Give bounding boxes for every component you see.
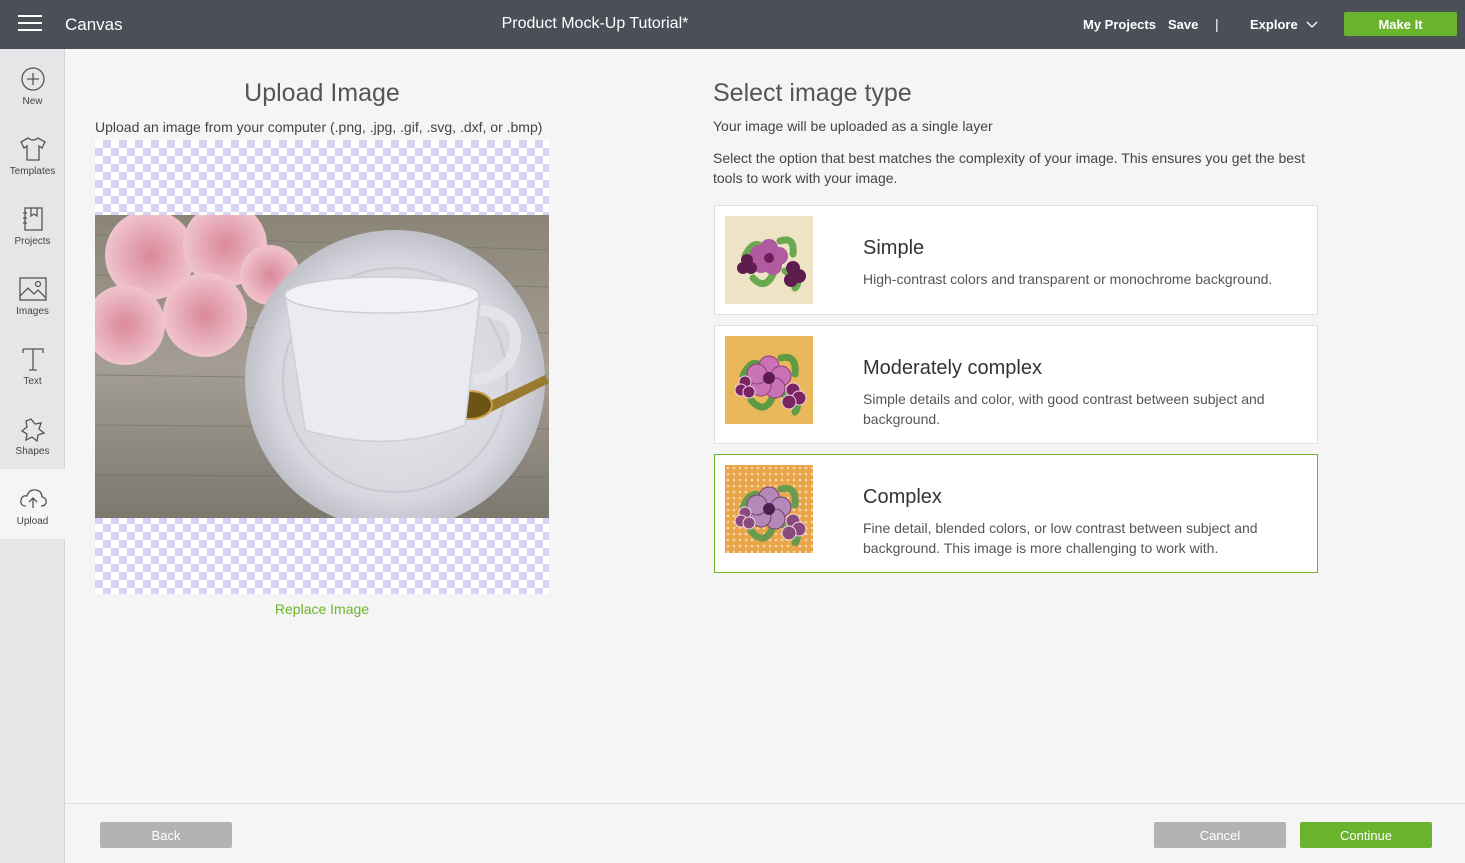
upload-description: Upload an image from your computer (.png…: [95, 119, 543, 135]
simple-flower-thumbnail: [725, 216, 813, 304]
uploaded-photo: [95, 215, 549, 518]
complex-flower-thumbnail: [725, 465, 813, 553]
sidebar-item-label: New: [22, 96, 43, 107]
option-title: Moderately complex: [863, 357, 1042, 379]
chevron-down-icon: [1306, 21, 1318, 28]
my-projects-link[interactable]: My Projects: [1083, 17, 1156, 32]
option-title: Complex: [863, 486, 942, 508]
moderate-flower-thumbnail: [725, 336, 813, 424]
image-preview: [95, 140, 549, 594]
image-type-description: Select the option that best matches the …: [713, 150, 1305, 186]
upload-panel-title: Upload Image: [244, 79, 400, 107]
option-simple[interactable]: Simple High-contrast colors and transpar…: [714, 205, 1318, 315]
sidebar-item-label: Shapes: [15, 446, 50, 457]
sidebar: New Templates Projects Images Text Shape…: [0, 49, 65, 863]
image-icon: [18, 277, 47, 301]
footer-bar: Back Cancel Continue: [65, 803, 1465, 863]
continue-button[interactable]: Continue: [1300, 822, 1432, 848]
nav-separator: |: [1215, 16, 1219, 32]
replace-image-link[interactable]: Replace Image: [95, 601, 549, 617]
option-description: Fine detail, blended colors, or low cont…: [863, 520, 1258, 556]
cloud-upload-icon: [19, 489, 47, 508]
explore-dropdown[interactable]: Explore: [1250, 17, 1318, 32]
sidebar-item-label: Text: [23, 376, 42, 387]
single-layer-note: Your image will be uploaded as a single …: [713, 118, 993, 134]
plus-circle-icon: [20, 67, 45, 91]
cancel-button[interactable]: Cancel: [1154, 822, 1286, 848]
save-link[interactable]: Save: [1168, 17, 1198, 32]
option-moderately-complex[interactable]: Moderately complex Simple details and co…: [714, 325, 1318, 444]
image-type-title: Select image type: [713, 79, 912, 107]
notebook-icon: [22, 207, 43, 231]
sidebar-item-templates[interactable]: Templates: [0, 119, 65, 189]
sidebar-item-images[interactable]: Images: [0, 259, 65, 329]
sidebar-item-projects[interactable]: Projects: [0, 189, 65, 259]
sidebar-item-label: Templates: [9, 166, 56, 177]
option-title: Simple: [863, 237, 925, 259]
option-description: Simple details and color, with good cont…: [863, 391, 1265, 427]
sidebar-item-label: Images: [16, 306, 49, 317]
sidebar-item-label: Upload: [16, 516, 49, 527]
option-complex[interactable]: Complex Fine detail, blended colors, or …: [714, 454, 1318, 573]
text-icon: [21, 348, 44, 371]
tshirt-icon: [19, 137, 46, 161]
top-bar: Canvas Product Mock-Up Tutorial* My Proj…: [0, 0, 1465, 49]
sidebar-item-label: Projects: [14, 236, 51, 247]
document-title: Product Mock-Up Tutorial*: [501, 15, 689, 32]
option-description: High-contrast colors and transparent or …: [863, 271, 1273, 287]
sidebar-item-text[interactable]: Text: [0, 329, 65, 399]
back-button[interactable]: Back: [100, 822, 232, 848]
sidebar-item-new[interactable]: New: [0, 49, 65, 119]
make-it-button[interactable]: Make It: [1344, 12, 1457, 36]
sidebar-item-upload[interactable]: Upload: [0, 469, 65, 539]
explore-label: Explore: [1250, 17, 1298, 32]
shapes-icon: [20, 418, 45, 442]
sidebar-item-shapes[interactable]: Shapes: [0, 399, 65, 469]
